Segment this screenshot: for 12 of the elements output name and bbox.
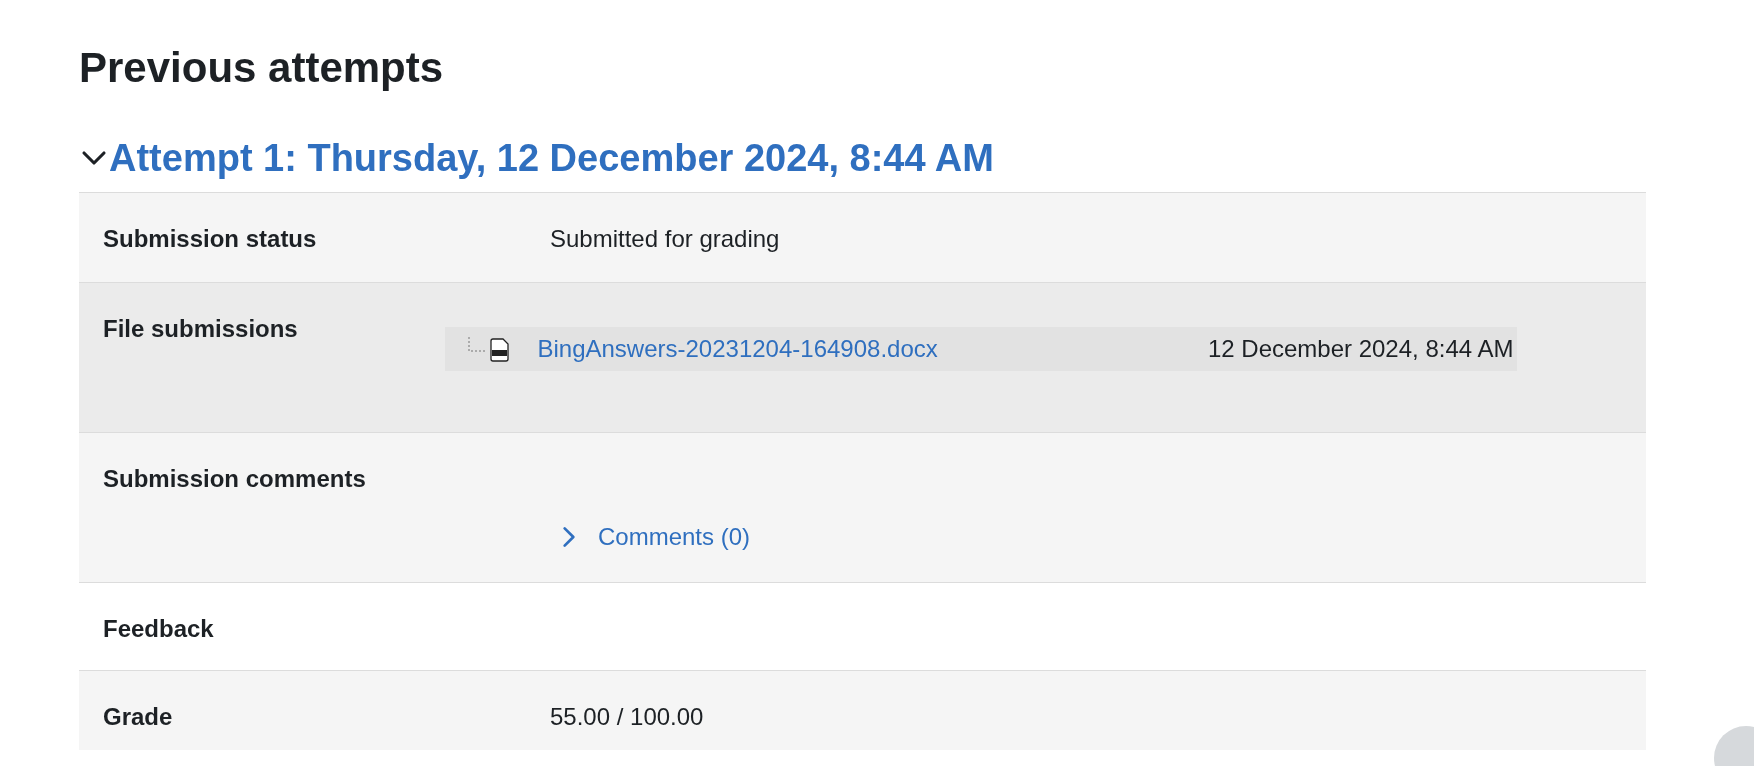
row-label: Submission status <box>102 224 318 254</box>
row-label: File submissions <box>102 314 299 344</box>
field-value: Submitted for grading <box>550 224 780 254</box>
comments-link[interactable]: Comments (0) <box>598 518 751 555</box>
row-label: Submission comments <box>102 464 367 494</box>
file-link[interactable]: BingAnswers-20231204-164908.docx <box>537 331 938 367</box>
row-label: Feedback <box>102 614 215 644</box>
field-value: 55.00 / 100.00 <box>550 702 704 732</box>
page-heading: Previous attempts <box>79 43 445 93</box>
attempt-heading[interactable]: Attempt 1: Thursday, 12 December 2024, 8:44 AM <box>109 134 994 182</box>
file-date: 12 December 2024, 8:44 AM <box>1207 334 1515 364</box>
row-label: Grade <box>102 702 174 732</box>
